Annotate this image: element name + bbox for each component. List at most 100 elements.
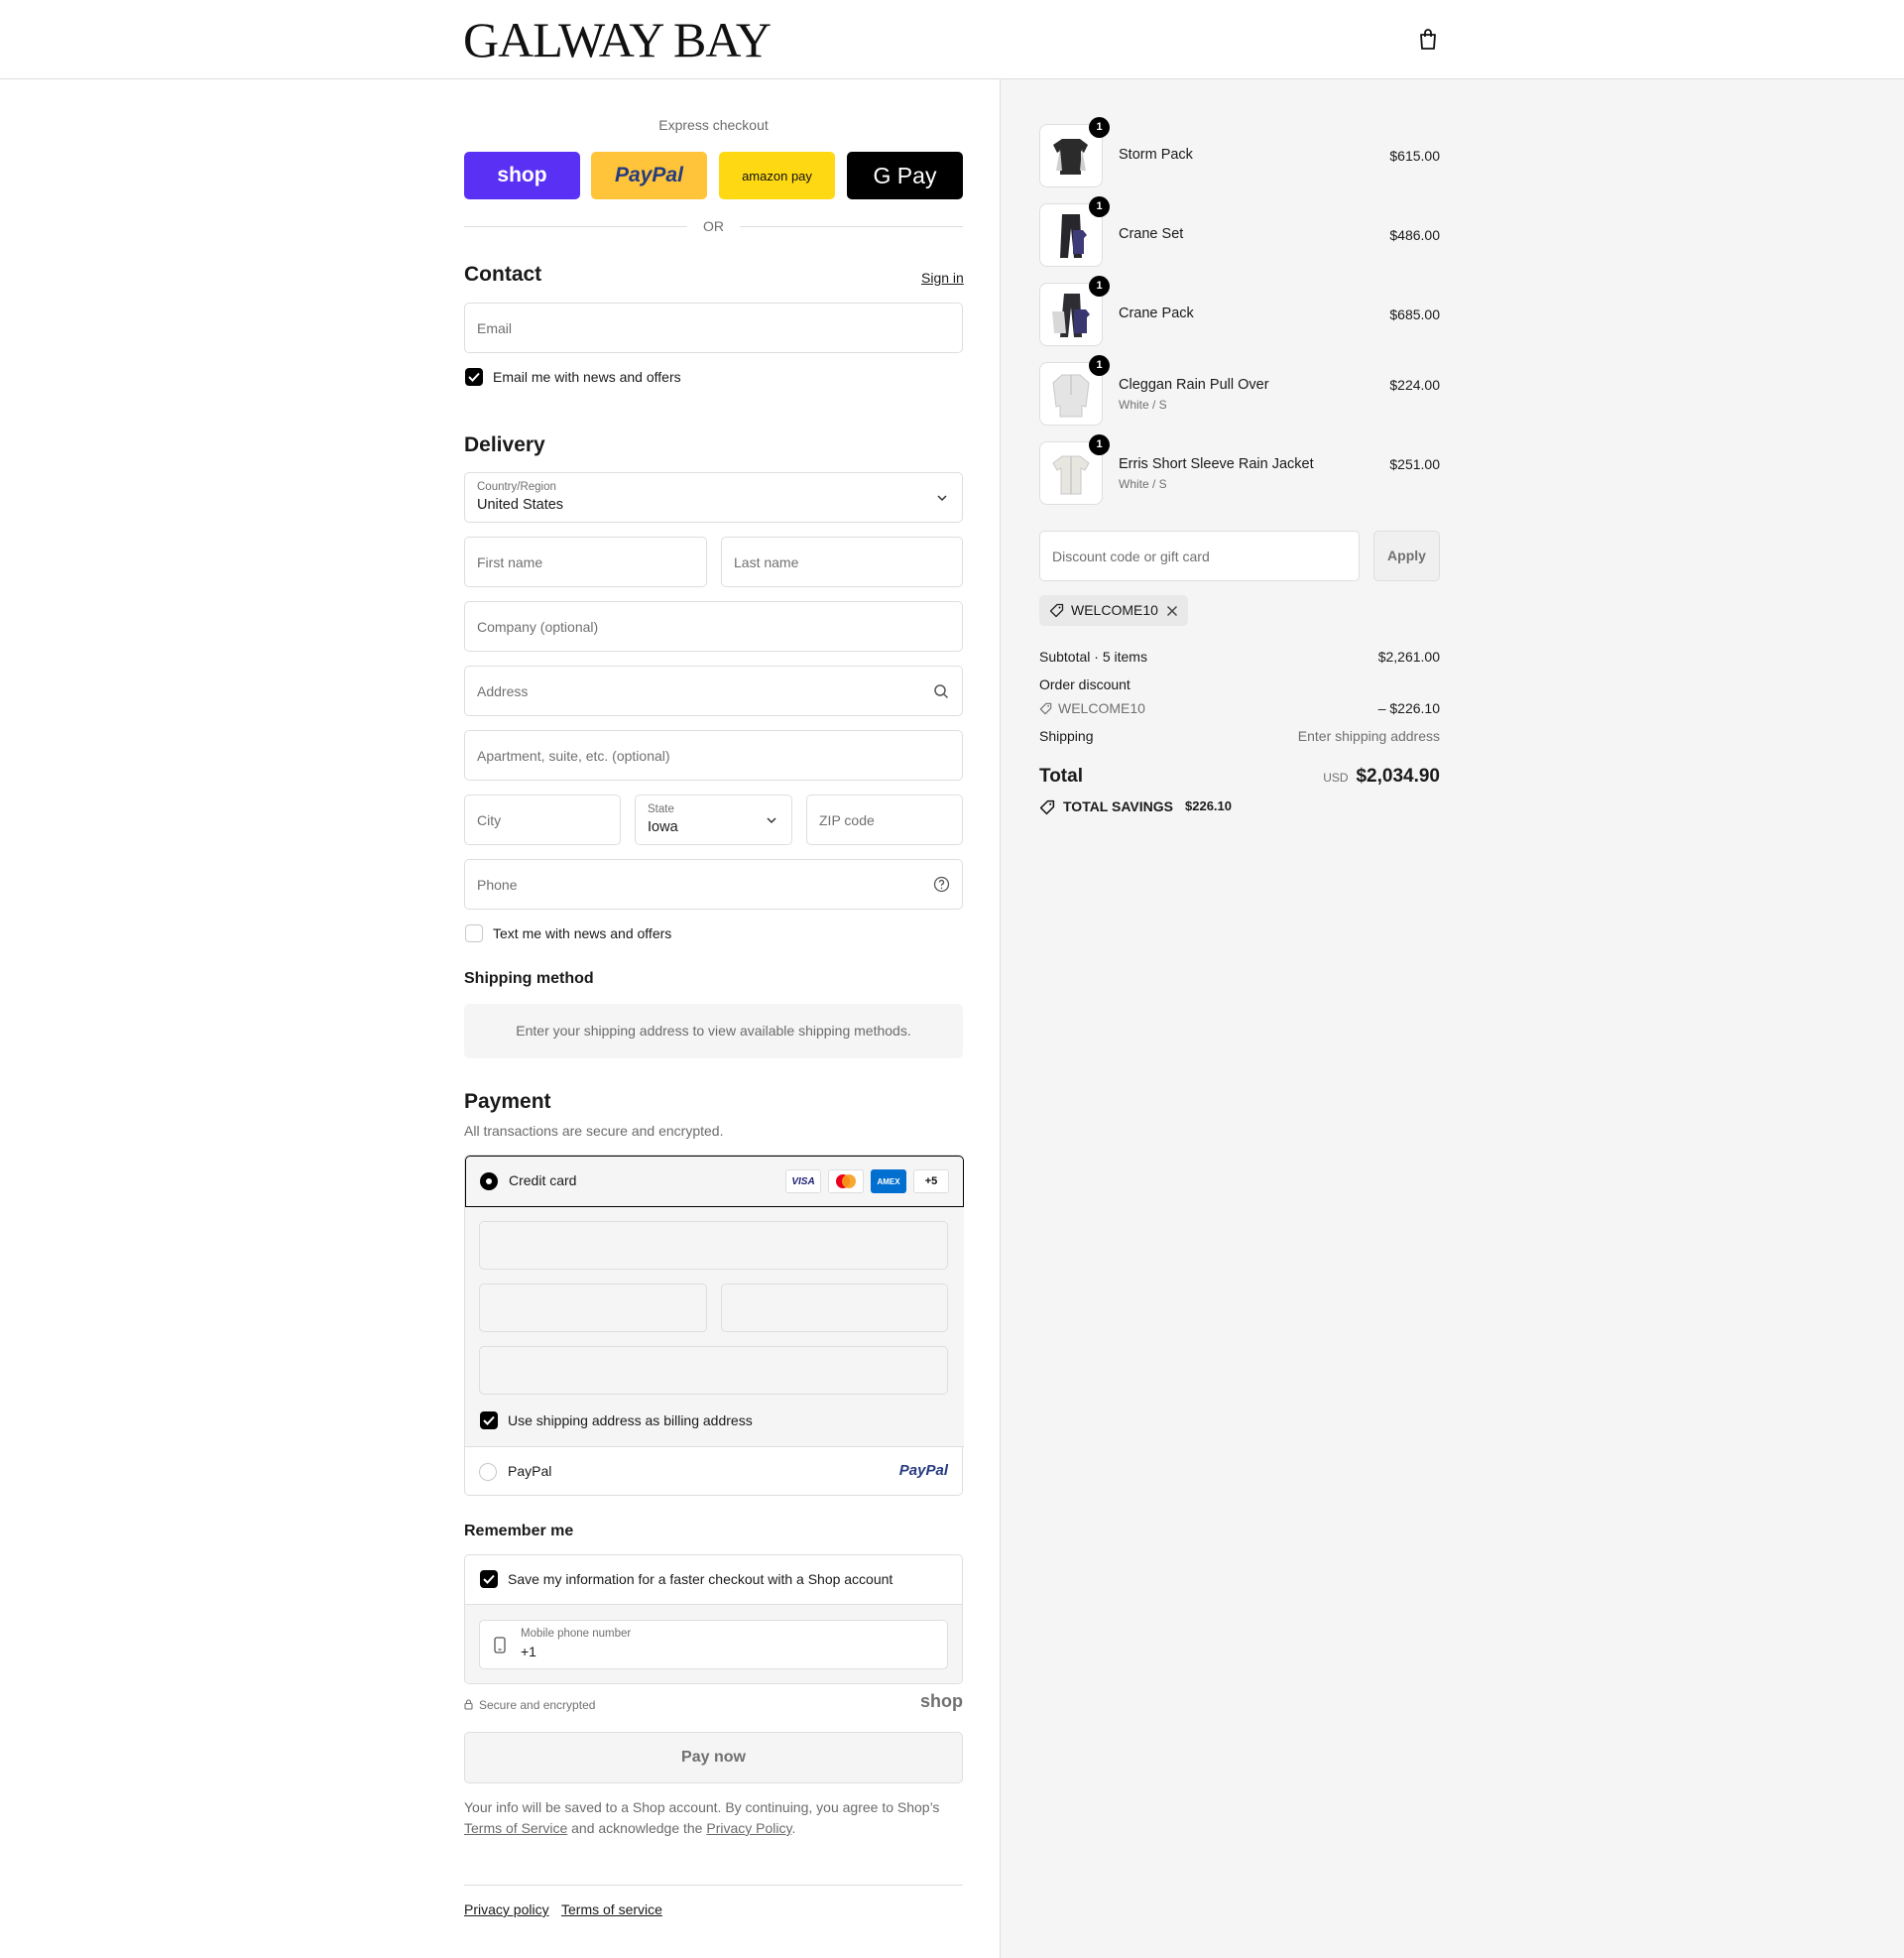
discount-code-field[interactable]: Discount code or gift card [1039,531,1360,581]
amazon-pay-button[interactable]: amazon pay [719,152,835,199]
country-label: Country/Region [477,481,556,493]
item-name: Crane Pack [1119,306,1194,321]
tag-icon [1039,702,1052,715]
item-variant: White / S [1119,398,1167,412]
shop-pay-label: shop [497,164,547,186]
phone-placeholder: Phone [477,876,518,893]
cart-item: 1 Erris Short Sleeve Rain Jacket White /… [1039,434,1440,505]
payment-heading: Payment [464,1090,551,1113]
payment-options: Credit card VISA AMEX +5 Use shipping ad… [464,1155,964,1496]
total-savings-value: $226.10 [1185,798,1232,813]
discount-code-placeholder: Discount code or gift card [1052,548,1210,564]
quantity-badge: 1 [1089,355,1110,376]
total-savings-label: TOTAL SAVINGS [1063,798,1173,814]
card-number-field[interactable] [479,1221,948,1270]
security-code-field[interactable] [721,1284,948,1332]
total-amount: USD $2,034.90 [1323,766,1440,788]
shop-terms-link[interactable]: Terms of Service [464,1820,567,1836]
cart-item: 1 Cleggan Rain Pull Over White / S $224.… [1039,355,1440,426]
item-name: Crane Set [1119,226,1184,242]
expiration-field[interactable] [479,1284,707,1332]
credit-card-form: Use shipping address as billing address [465,1207,964,1447]
item-variant: White / S [1119,477,1167,491]
remember-me-details: Mobile phone number +1 [465,1604,962,1683]
apartment-field[interactable]: Apartment, suite, etc. (optional) [464,730,963,781]
product-image: 1 [1039,434,1110,505]
close-icon[interactable] [1166,605,1178,617]
mastercard-icon [828,1169,864,1193]
city-placeholder: City [477,811,502,828]
remember-me-box: Save my information for a faster checkou… [464,1554,963,1684]
last-name-field[interactable]: Last name [721,537,963,587]
item-price: $486.00 [1389,227,1440,243]
city-field[interactable]: City [464,795,621,845]
google-pay-button[interactable]: G Pay [847,152,963,199]
first-name-field[interactable]: First name [464,537,707,587]
total-row: Total USD $2,034.90 [1039,766,1440,792]
visa-text: VISA [791,1175,815,1187]
state-select[interactable]: State Iowa [635,795,792,845]
chevron-down-icon [937,494,947,501]
cart-item: 1 Crane Pack $685.00 [1039,276,1440,346]
quantity-badge: 1 [1089,434,1110,455]
item-price: $224.00 [1389,377,1440,393]
product-image: 1 [1039,355,1110,426]
credit-card-label: Credit card [509,1172,577,1188]
credit-card-radio[interactable] [480,1172,498,1190]
terms-of-service-link[interactable]: Terms of service [561,1901,662,1917]
shop-logo: shop [920,1691,963,1711]
quantity-badge: 1 [1089,196,1110,217]
phone-icon [494,1637,506,1653]
email-field[interactable]: Email [464,303,963,353]
apply-button[interactable]: Apply [1373,531,1440,581]
mobile-phone-field[interactable]: Mobile phone number +1 [479,1620,948,1669]
item-name: Erris Short Sleeve Rain Jacket [1119,456,1314,472]
product-image: 1 [1039,117,1110,187]
phone-field[interactable]: Phone [464,859,963,910]
save-info-checkbox[interactable] [480,1570,498,1588]
amex-text: AMEX [877,1176,900,1186]
address-field[interactable]: Address [464,666,963,716]
name-on-card-field[interactable] [479,1346,948,1395]
delivery-heading: Delivery [464,433,545,456]
sign-in-link[interactable]: Sign in [921,270,964,286]
country-value: United States [477,497,564,513]
subtotal-value: $2,261.00 [1377,649,1440,665]
credit-card-option[interactable]: Credit card VISA AMEX +5 [465,1156,964,1207]
paypal-radio[interactable] [479,1463,497,1481]
shipping-label: Shipping [1039,728,1094,744]
shop-pay-button[interactable]: shop [464,152,580,199]
company-field[interactable]: Company (optional) [464,601,963,652]
quantity-badge: 1 [1089,117,1110,138]
save-info-label: Save my information for a faster checkou… [508,1571,893,1587]
help-icon[interactable] [933,876,950,893]
mobile-phone-label: Mobile phone number [521,1628,632,1640]
legal-text-2: and acknowledge the [567,1820,707,1836]
shipping-method-message: Enter your shipping address to view avai… [464,1004,963,1058]
zip-field[interactable]: ZIP code [806,795,963,845]
express-checkout-title: Express checkout [658,117,769,133]
shop-privacy-link[interactable]: Privacy Policy [706,1820,791,1836]
paypal-option-label: PayPal [508,1463,552,1479]
amex-icon: AMEX [871,1169,906,1193]
item-name: Cleggan Rain Pull Over [1119,377,1269,393]
paypal-label: PayPal [615,164,683,186]
secure-label: Secure and encrypted [479,1698,596,1712]
total-value: $2,034.90 [1356,766,1440,787]
bag-icon[interactable] [1418,28,1438,52]
paypal-option[interactable]: PayPal PayPal [465,1447,962,1495]
email-news-checkbox[interactable] [465,368,483,386]
currency-code: USD [1323,771,1349,785]
cart-item: 1 Crane Set $486.00 [1039,196,1440,267]
country-select[interactable]: Country/Region United States [464,472,963,523]
legal-text-1: Your info will be saved to a Shop accoun… [464,1799,940,1815]
billing-address-label: Use shipping address as billing address [508,1412,753,1428]
item-name: Storm Pack [1119,147,1193,163]
text-news-checkbox[interactable] [465,924,483,942]
store-logo[interactable]: GALWAY BAY [463,14,772,65]
applied-discount-code: WELCOME10 [1071,602,1158,618]
pay-now-button[interactable]: Pay now [464,1732,963,1783]
paypal-button[interactable]: PayPal [591,152,707,199]
billing-address-checkbox[interactable] [480,1411,498,1429]
privacy-policy-link[interactable]: Privacy policy [464,1901,549,1917]
